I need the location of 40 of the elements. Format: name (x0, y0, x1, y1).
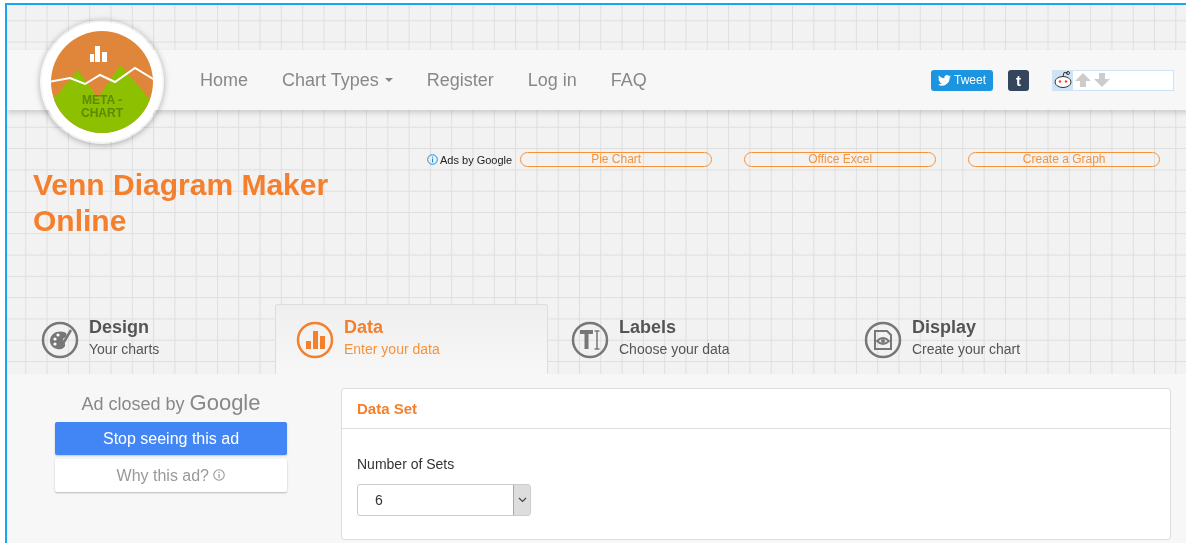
tab-subtitle: Enter your data (344, 341, 440, 357)
eye-icon (864, 320, 902, 359)
nav-link[interactable]: Log in (527, 69, 577, 91)
sets-select[interactable]: 6 (357, 484, 531, 516)
tweet-button[interactable]: Tweet (931, 69, 993, 91)
tab-subtitle: Create your chart (912, 341, 1021, 357)
alien-icon[interactable] (1053, 70, 1073, 90)
tab-title: Data (344, 317, 384, 338)
bar-chart-icon (296, 320, 334, 359)
ads-by-google-label[interactable]: Ads by Google (427, 153, 513, 166)
step-tab[interactable]: Data Enter your data (275, 304, 548, 374)
field-label: Number of Sets (357, 456, 456, 472)
nav-link[interactable]: Chart Types (282, 69, 393, 91)
page-title: Venn Diagram Maker Online (33, 167, 330, 239)
step-tab[interactable]: Display Create your chart (843, 304, 1098, 374)
down-arrow-icon[interactable] (1093, 72, 1111, 88)
bird-icon (938, 74, 951, 86)
logo-text: META - (82, 94, 122, 107)
stop-seeing-ad-button[interactable]: Stop seeing this ad (55, 422, 287, 455)
tab-title: Labels (619, 317, 678, 338)
tab-title: Display (912, 317, 978, 338)
step-tab[interactable]: Design Your charts (20, 304, 275, 374)
chevron-down-icon (517, 497, 527, 503)
ad-closed-notice: Ad closed by Google (80, 389, 262, 417)
tab-subtitle: Choose your data (619, 341, 730, 357)
nav-link[interactable]: FAQ (610, 69, 647, 91)
nav-link[interactable]: Home (200, 69, 248, 91)
palette-icon (41, 320, 79, 359)
panel-title: Data Set (357, 400, 418, 417)
bar-chart-icon (90, 46, 107, 62)
caret-icon (384, 78, 393, 82)
nav-link[interactable]: Register (426, 69, 494, 91)
step-tab[interactable]: Labels Choose your data (548, 304, 843, 374)
tab-title: Design (89, 317, 150, 338)
tumblr-button[interactable]: t (1008, 69, 1029, 91)
text-cursor-icon (571, 320, 609, 359)
tab-subtitle: Your charts (89, 341, 160, 357)
info-icon (213, 468, 226, 481)
why-this-ad-button[interactable]: Why this ad? (55, 459, 287, 492)
info-icon (427, 154, 438, 165)
